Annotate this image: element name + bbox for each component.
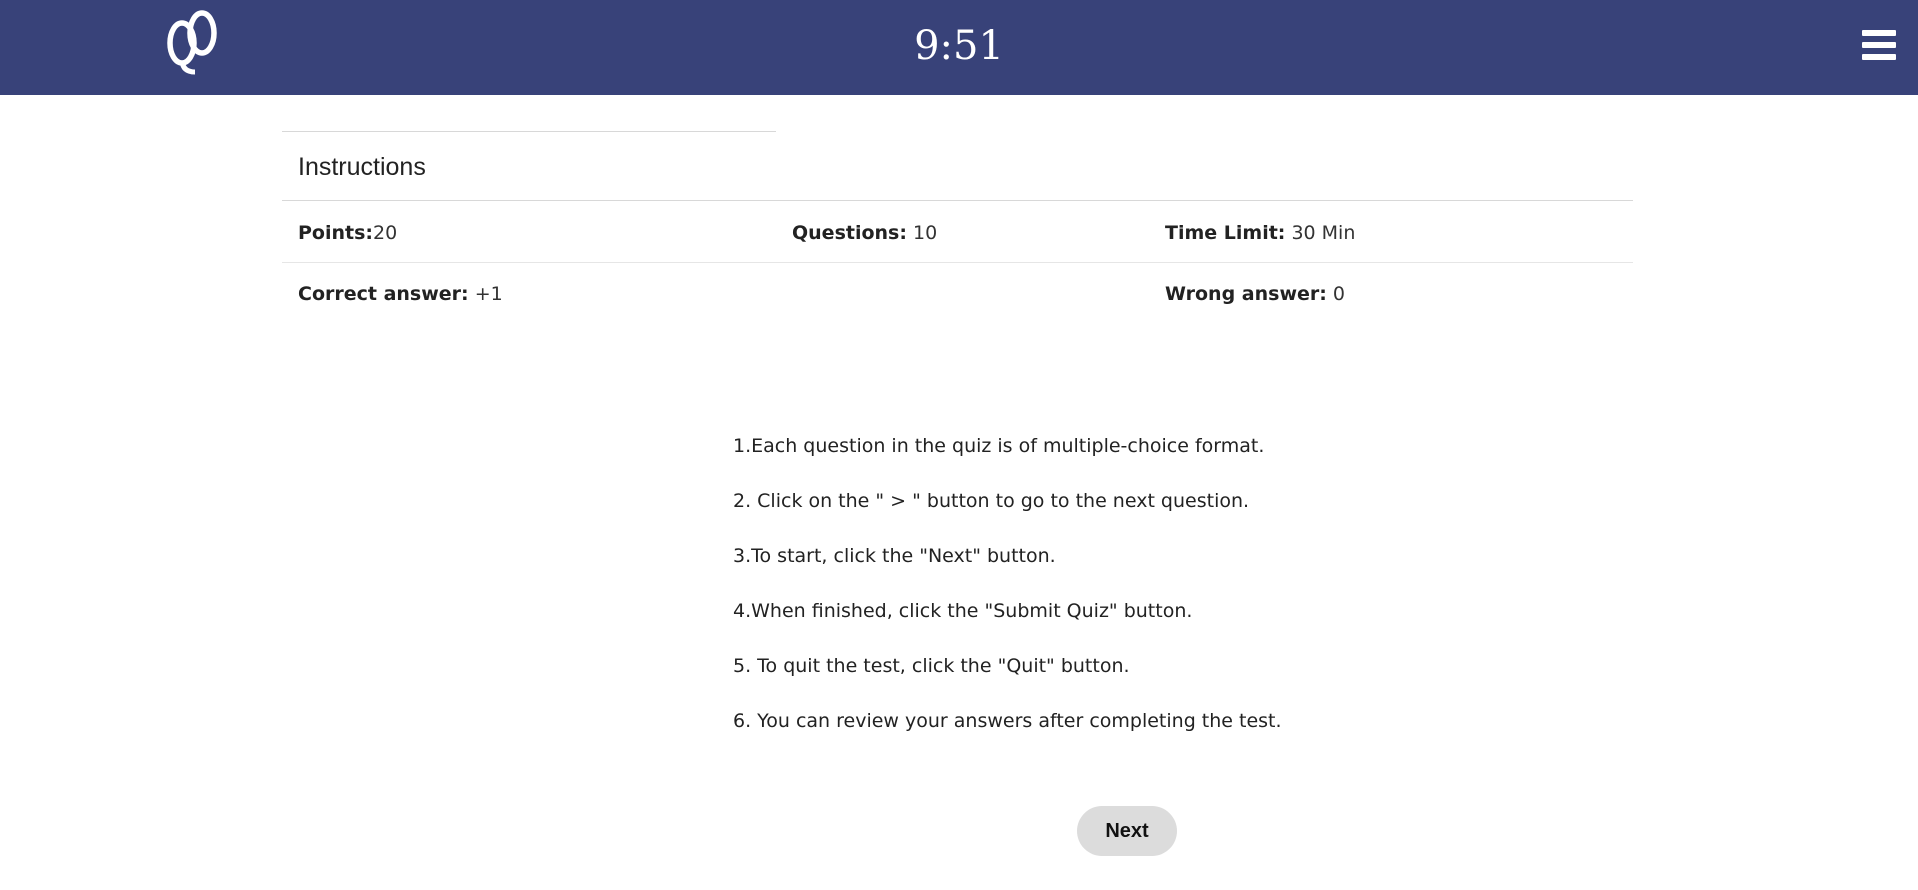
header-bar: 9:51 xyxy=(0,0,1918,95)
wrong-answer-stat: Wrong answer: 0 xyxy=(1165,281,1345,307)
divider xyxy=(282,200,1633,201)
correct-answer-label: Correct answer: xyxy=(298,283,469,305)
questions-value: 10 xyxy=(913,222,938,244)
divider xyxy=(282,131,776,132)
time-limit-stat: Time Limit: 30 Min xyxy=(1165,220,1355,246)
time-limit-label: Time Limit: xyxy=(1165,222,1286,244)
divider xyxy=(282,262,1633,263)
wrong-answer-value: 0 xyxy=(1332,283,1345,305)
instructions-heading: Instructions xyxy=(298,153,426,181)
points-value: 20 xyxy=(373,222,398,244)
rule-item: 3.To start, click the "Next" button. xyxy=(733,545,1056,567)
points-label: Points: xyxy=(298,222,374,244)
points-stat: Points:20 xyxy=(298,220,397,246)
correct-answer-stat: Correct answer: +1 xyxy=(298,281,503,307)
rule-item: 5. To quit the test, click the "Quit" bu… xyxy=(733,655,1130,677)
questions-label: Questions: xyxy=(792,222,907,244)
quiz-timer: 9:51 xyxy=(914,23,1004,69)
rule-item: 4.When finished, click the "Submit Quiz"… xyxy=(733,600,1193,622)
wrong-answer-label: Wrong answer: xyxy=(1165,283,1327,305)
hamburger-menu-icon[interactable] xyxy=(1862,30,1896,60)
correct-answer-value: +1 xyxy=(474,283,503,305)
rule-item: 1.Each question in the quiz is of multip… xyxy=(733,435,1265,457)
rule-item: 2. Click on the " > " button to go to th… xyxy=(733,490,1250,512)
questions-stat: Questions: 10 xyxy=(792,220,937,246)
time-limit-value: 30 Min xyxy=(1291,222,1356,244)
rule-item: 6. You can review your answers after com… xyxy=(733,710,1282,732)
next-button[interactable]: Next xyxy=(1077,806,1177,856)
